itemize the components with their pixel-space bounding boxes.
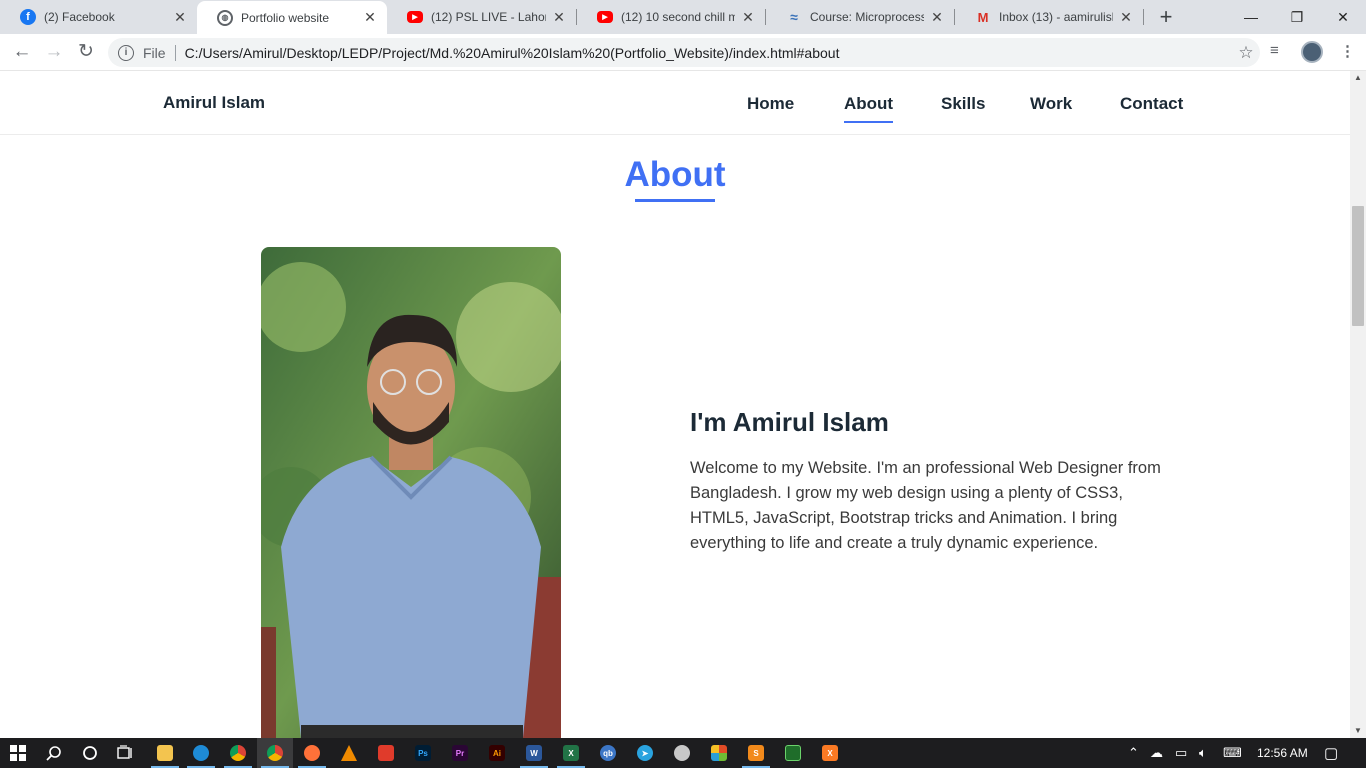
vlc-icon[interactable] — [331, 738, 367, 768]
title-underline — [635, 199, 715, 202]
task-view-icon[interactable] — [108, 738, 144, 768]
qbittorrent-icon[interactable]: qb — [590, 738, 626, 768]
nav-home[interactable]: Home — [747, 94, 794, 114]
windows-taskbar: Ps Pr Ai W X qb ➤ S X ⌃ ☁ ▭ 🔈︎ ⌨ 12:56 A… — [0, 738, 1366, 768]
section-title: About — [624, 155, 726, 194]
site-logo[interactable]: Amirul Islam — [163, 93, 265, 113]
reload-button[interactable]: ↻ — [74, 41, 98, 65]
onedrive-cloud-icon[interactable]: ☁ — [1150, 738, 1163, 768]
nav-work[interactable]: Work — [1030, 94, 1072, 114]
globe-icon: ◍ — [217, 9, 233, 26]
cortana-icon[interactable] — [72, 738, 108, 768]
app-icon[interactable] — [775, 738, 811, 768]
course-icon: ≈ — [790, 9, 798, 25]
window-close-button[interactable]: ✕ — [1320, 0, 1366, 34]
tab-psl-live[interactable]: ▶ (12) PSL LIVE - Lahore C ✕ — [387, 0, 576, 34]
divider — [174, 44, 176, 61]
close-icon[interactable]: ✕ — [363, 9, 377, 26]
network-icon[interactable]: ▭ — [1175, 738, 1187, 768]
tab-portfolio[interactable]: ◍ Portfolio website ✕ — [197, 1, 387, 34]
tab-gmail[interactable]: M Inbox (13) - aamirulislar ✕ — [955, 0, 1143, 34]
forward-button[interactable]: → — [42, 41, 66, 65]
excel-icon[interactable]: X — [553, 738, 589, 768]
xampp-icon[interactable]: X — [812, 738, 848, 768]
close-icon[interactable]: ✕ — [1119, 9, 1133, 26]
windows-start-icon[interactable] — [0, 738, 36, 768]
close-icon[interactable]: ✕ — [552, 9, 566, 26]
close-icon[interactable]: ✕ — [173, 9, 187, 26]
browser-toolbar: ← → ↻ i File C:/Users/Amirul/Desktop/LED… — [0, 34, 1366, 71]
new-tab-button[interactable]: + — [1154, 4, 1178, 30]
tab-facebook[interactable]: f (2) Facebook ✕ — [0, 0, 197, 34]
nav-about[interactable]: About — [844, 94, 894, 123]
scroll-down-arrow-icon[interactable]: ▼ — [1350, 724, 1366, 738]
clock[interactable]: 12:56 AM — [1257, 738, 1308, 768]
back-button[interactable]: ← — [10, 41, 34, 65]
show-hidden-icons-chevron-icon[interactable]: ⌃ — [1128, 738, 1139, 768]
search-icon[interactable] — [36, 738, 72, 768]
site-header: Amirul Islam Home About Skills Work Cont… — [0, 71, 1350, 135]
tab-title: Course: Microprocessor — [810, 10, 924, 24]
edge-icon[interactable] — [183, 738, 219, 768]
keyboard-icon[interactable]: ⌨ — [1223, 738, 1242, 768]
youtube-icon: ▶ — [597, 11, 613, 23]
close-icon[interactable]: ✕ — [741, 9, 755, 26]
tab-chill-music[interactable]: ▶ (12) 10 second chill mu ✕ — [577, 0, 765, 34]
firefox-icon[interactable] — [294, 738, 330, 768]
chrome-icon[interactable] — [220, 738, 256, 768]
nav-skills[interactable]: Skills — [941, 94, 985, 114]
photoshop-icon[interactable]: Ps — [405, 738, 441, 768]
profile-photo — [261, 247, 561, 738]
minimize-button[interactable]: — — [1228, 0, 1274, 34]
tab-title: (12) 10 second chill mu — [621, 10, 735, 24]
tab-title: (2) Facebook — [44, 10, 115, 24]
scrollbar-thumb[interactable] — [1352, 206, 1364, 326]
close-icon[interactable]: ✕ — [930, 9, 944, 26]
sublime-icon[interactable]: S — [738, 738, 774, 768]
page-scrollbar[interactable]: ▲ ▼ — [1350, 71, 1366, 738]
premiere-icon[interactable]: Pr — [442, 738, 478, 768]
word-icon[interactable]: W — [516, 738, 552, 768]
gmail-icon: M — [977, 9, 989, 25]
profile-avatar[interactable] — [1301, 41, 1323, 63]
file-explorer-icon[interactable] — [147, 738, 183, 768]
youtube-icon: ▶ — [407, 11, 423, 23]
tab-title: Inbox (13) - aamirulislar — [999, 10, 1113, 24]
info-icon[interactable]: i — [118, 44, 134, 61]
tab-strip: f (2) Facebook ✕ ◍ Portfolio website ✕ ▶… — [0, 0, 1366, 34]
bookmark-star-icon[interactable]: ☆ — [1232, 43, 1260, 63]
app-icon[interactable] — [664, 738, 700, 768]
tab-course[interactable]: ≈ Course: Microprocessor ✕ — [766, 0, 954, 34]
tab-separator — [1143, 9, 1144, 25]
restore-button[interactable]: ❐ — [1274, 0, 1320, 34]
tab-title: (12) PSL LIVE - Lahore C — [431, 10, 546, 24]
illustrator-icon[interactable]: Ai — [479, 738, 515, 768]
telegram-icon[interactable]: ➤ — [627, 738, 663, 768]
media-control-icon[interactable]: ≡ — [1270, 42, 1279, 59]
app-icon[interactable] — [701, 738, 737, 768]
tab-title: Portfolio website — [241, 10, 330, 25]
anydesk-icon[interactable] — [368, 738, 404, 768]
page-viewport: Amirul Islam Home About Skills Work Cont… — [0, 71, 1350, 738]
address-bar[interactable]: i File C:/Users/Amirul/Desktop/LEDP/Proj… — [108, 38, 1260, 67]
volume-icon[interactable]: 🔈︎ — [1199, 738, 1207, 768]
scroll-up-arrow-icon[interactable]: ▲ — [1350, 71, 1366, 85]
about-paragraph: Welcome to my Website. I'm an profession… — [690, 459, 1161, 552]
menu-kebab-icon[interactable]: ⋮ — [1340, 42, 1355, 60]
facebook-icon: f — [20, 9, 36, 25]
about-heading: I'm Amirul Islam — [690, 407, 889, 437]
notifications-icon[interactable]: ▢ — [1324, 738, 1338, 768]
scheme-label: File — [143, 44, 166, 61]
url-text[interactable]: C:/Users/Amirul/Desktop/LEDP/Project/Md.… — [185, 45, 1232, 61]
nav-contact[interactable]: Contact — [1120, 94, 1183, 114]
chrome-icon[interactable] — [257, 738, 293, 768]
